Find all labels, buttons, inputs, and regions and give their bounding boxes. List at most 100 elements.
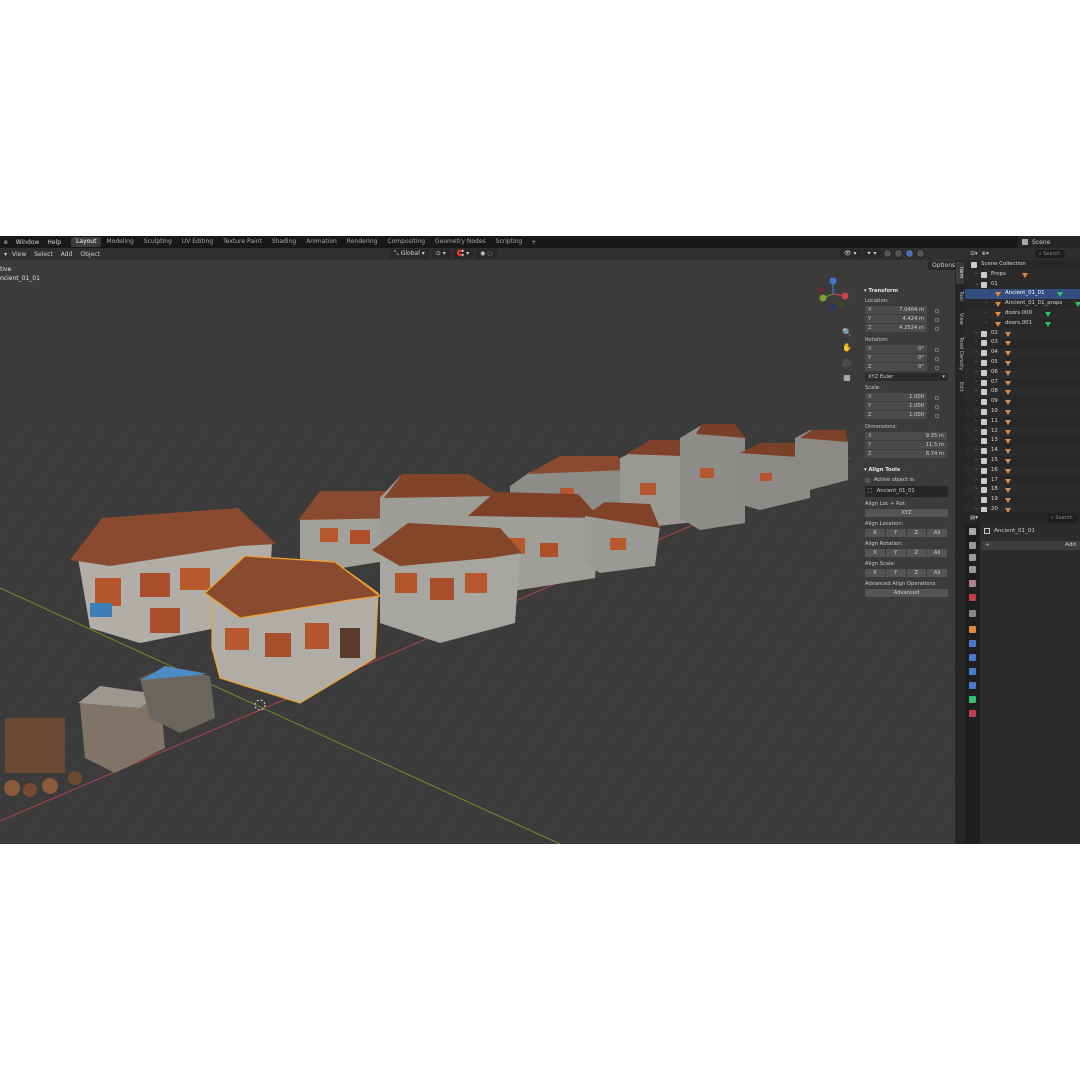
advanced-button[interactable]: Advanced [865, 589, 948, 597]
properties-search-input[interactable]: ⌕ Search [1047, 514, 1077, 522]
align-loc-z-button[interactable]: Z [906, 529, 927, 537]
tab-tool[interactable]: Tool [956, 286, 964, 306]
view-layer-tab-icon[interactable] [969, 566, 976, 573]
solid-shading-button[interactable] [893, 249, 903, 258]
expand-icon[interactable]: › [975, 495, 977, 505]
expand-icon[interactable]: › [975, 397, 977, 407]
outliner-search-input[interactable]: ⌕ Search [1034, 250, 1065, 258]
physics-tab-icon[interactable] [969, 668, 976, 675]
expand-icon[interactable]: › [975, 378, 977, 388]
tree-row-collection[interactable]: › 05 [965, 358, 1080, 368]
tree-row-collection[interactable]: › 13 [965, 436, 1080, 446]
tree-row-scene-collection[interactable]: Scene Collection [965, 260, 1080, 270]
expand-icon[interactable]: › [985, 309, 987, 319]
render-tab-icon[interactable] [969, 542, 976, 549]
material-tab-icon[interactable] [969, 710, 976, 717]
tree-row-collection[interactable]: › 19 [965, 495, 1080, 505]
expand-icon[interactable]: › [975, 456, 977, 466]
rotation-x-field[interactable]: X 0° [865, 345, 927, 353]
scene-tab-icon[interactable] [969, 580, 976, 587]
tree-row-collection[interactable]: › 09 [965, 397, 1080, 407]
tree-row-object[interactable]: › Ancient_01_01_props [965, 299, 1080, 309]
tree-row-collection[interactable]: › 16 [965, 465, 1080, 476]
world-tab-icon[interactable] [969, 594, 976, 601]
filter-icon[interactable]: ⊕▾ [982, 251, 989, 257]
collapse-icon[interactable]: ⌄ [975, 280, 979, 290]
active-object-field[interactable]: ⛶ Ancient_01_01 [865, 486, 948, 497]
tab-uv-editing[interactable]: UV Editing [177, 237, 218, 247]
tab-texel-density[interactable]: Texel Density [956, 332, 964, 376]
align-loc-x-button[interactable]: X [865, 529, 885, 537]
tab-layout[interactable]: Layout [71, 237, 102, 247]
expand-icon[interactable]: › [975, 466, 977, 476]
particles-tab-icon[interactable] [969, 654, 976, 661]
tree-row-collection[interactable]: › 15 [965, 456, 1080, 466]
transform-header[interactable]: ▾ Transform [864, 288, 951, 294]
transform-orientation-dropdown[interactable]: ⤡ Global ▾ [390, 249, 429, 259]
scale-x-field[interactable]: X 1.000 [865, 393, 927, 401]
menu-add[interactable]: Add [57, 251, 77, 258]
tree-row-collection[interactable]: › 08 [965, 387, 1080, 398]
expand-icon[interactable]: › [975, 329, 977, 339]
menu-edit[interactable]: e [0, 239, 12, 246]
tree-row-collection[interactable]: › 03 [965, 338, 1080, 348]
perspective-grid-icon[interactable]: ▦ [840, 371, 854, 384]
dimensions-z-field[interactable]: Z 8.74 m [865, 450, 947, 458]
location-x-field[interactable]: X 7.0404 m [865, 306, 927, 314]
tab-scripting[interactable]: Scripting [491, 237, 528, 247]
tab-item[interactable]: Item [956, 262, 964, 284]
tree-row-collection[interactable]: › 02 [965, 328, 1080, 339]
rotation-mode-dropdown[interactable]: XYZ Euler ▾ [865, 373, 948, 381]
expand-icon[interactable]: › [975, 485, 977, 495]
tab-animation[interactable]: Animation [301, 237, 342, 247]
tree-row-object[interactable]: › doors.001 [965, 319, 1080, 329]
tree-row-01[interactable]: ⌄ 01 [965, 280, 1080, 290]
tree-row-object[interactable]: › doors.000 [965, 308, 1080, 319]
editor-type-icon[interactable]: ▤▾ [970, 515, 978, 521]
lock-icon[interactable] [935, 365, 939, 370]
wireframe-shading-button[interactable] [882, 249, 892, 258]
expand-icon[interactable]: › [975, 417, 977, 427]
lock-icon[interactable] [935, 356, 939, 361]
menu-view[interactable]: View [8, 251, 30, 258]
tree-row-selected-object[interactable]: › Ancient_01_01 [965, 289, 1080, 300]
align-rot-x-button[interactable]: X [865, 549, 885, 557]
align-scale-y-button[interactable]: Y [885, 569, 906, 577]
3d-viewport[interactable]: ▾ View Select Add Object ⤡ Global ▾ ⊙ ▾ … [0, 248, 955, 844]
object-tab-icon[interactable] [969, 626, 976, 633]
data-tab-icon[interactable] [969, 696, 976, 703]
tree-row-collection[interactable]: › 17 [965, 476, 1080, 486]
tree-row-collection[interactable]: › 06 [965, 367, 1080, 378]
tab-modeling[interactable]: Modeling [101, 237, 138, 247]
tree-row-collection[interactable]: › 11 [965, 417, 1080, 427]
output-tab-icon[interactable] [969, 554, 976, 561]
constraints-tab-icon[interactable] [969, 682, 976, 689]
editor-type-icon[interactable]: ▾ [0, 251, 8, 258]
modifier-tab-icon[interactable] [969, 640, 976, 647]
tab-sculpting[interactable]: Sculpting [139, 237, 177, 247]
tree-row-collection[interactable]: › 18 [965, 485, 1080, 496]
align-xyz-button[interactable]: XYZ [865, 509, 948, 517]
display-mode-icon[interactable]: ☰▾ [970, 251, 978, 257]
align-loc-all-button[interactable]: All [927, 529, 947, 537]
expand-icon[interactable]: › [985, 289, 987, 299]
rotation-y-field[interactable]: Y 0° [865, 354, 927, 362]
navigation-gizmo[interactable] [815, 276, 851, 312]
zoom-icon[interactable]: 🔍 [840, 326, 854, 339]
menu-object[interactable]: Object [76, 251, 104, 258]
align-scale-z-button[interactable]: Z [906, 569, 927, 577]
tree-row-collection[interactable]: › 04 [965, 348, 1080, 358]
menu-help[interactable]: Help [43, 239, 65, 246]
rotation-z-field[interactable]: Z 0° [865, 363, 927, 371]
expand-icon[interactable]: › [975, 348, 977, 358]
tree-row-props[interactable]: › Props [965, 269, 1080, 280]
tree-row-collection[interactable]: › 07 [965, 378, 1080, 388]
lock-icon[interactable] [935, 347, 939, 352]
proportional-edit-toggle[interactable]: ◉ ◌ [476, 249, 497, 259]
expand-icon[interactable]: › [985, 319, 987, 329]
tab-compositing[interactable]: Compositing [382, 237, 430, 247]
tab-edit[interactable]: Edit [956, 378, 964, 396]
snap-toggle[interactable]: 🧲 ▾ [452, 249, 474, 259]
scene-selector[interactable]: Scene [1018, 236, 1080, 248]
pivot-point-dropdown[interactable]: ⊙ ▾ [431, 249, 450, 259]
